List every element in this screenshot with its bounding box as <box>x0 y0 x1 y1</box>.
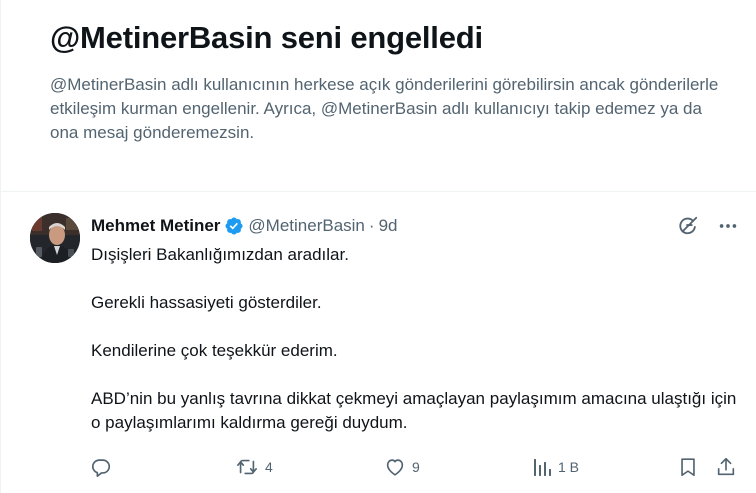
bookmark-icon <box>677 456 699 478</box>
share-button[interactable] <box>715 454 737 480</box>
grok-icon[interactable] <box>675 213 701 239</box>
tweet-paragraph: Kendilerine çok teşekkür ederim. <box>91 341 338 360</box>
like-icon <box>384 456 406 478</box>
avatar[interactable] <box>30 213 80 263</box>
retweet-icon <box>235 456 259 478</box>
tweet-header-actions <box>675 213 741 239</box>
retweet-button[interactable]: 4 <box>235 454 273 480</box>
tweet-paragraph: Dışişleri Bakanlığımızdan aradılar. <box>91 245 349 264</box>
like-count: 9 <box>412 459 420 475</box>
author-name[interactable]: Mehmet Metiner <box>91 216 220 236</box>
block-notice: @MetinerBasin seni engelledi @MetinerBas… <box>1 0 756 192</box>
reply-icon <box>90 456 112 478</box>
views-button[interactable]: 1 B <box>532 454 579 480</box>
tweet[interactable]: Mehmet Metiner @MetinerBasin · 9d Dışişl… <box>1 192 756 493</box>
verified-badge-icon[interactable] <box>224 216 244 236</box>
bookmark-button[interactable] <box>677 454 699 480</box>
author-handle[interactable]: @MetinerBasin <box>248 216 364 236</box>
like-button[interactable]: 9 <box>384 454 420 480</box>
views-count: 1 B <box>558 459 580 475</box>
header-separator: · <box>368 216 375 235</box>
tweet-header: Mehmet Metiner @MetinerBasin · 9d <box>91 215 397 237</box>
views-icon <box>532 456 552 478</box>
avatar-image <box>30 213 80 263</box>
tweet-text: Dışişleri Bakanlığımızdan aradılar. Gere… <box>91 243 741 435</box>
share-icon <box>715 456 737 478</box>
more-icon[interactable] <box>715 213 741 239</box>
tweet-paragraph: Gerekli hassasiyeti gösterdiler. <box>91 293 322 312</box>
retweet-count: 4 <box>265 459 273 475</box>
block-notice-title: @MetinerBasin seni engelledi <box>50 20 483 55</box>
page: @MetinerBasin seni engelledi @MetinerBas… <box>0 0 756 493</box>
tweet-paragraph: ABD’nin bu yanlış tavrına dikkat çekmeyi… <box>91 389 737 432</box>
block-notice-description: @MetinerBasin adlı kullanıcının herkese … <box>50 75 719 142</box>
tweet-time[interactable]: 9d <box>379 216 398 236</box>
reply-button[interactable] <box>90 454 118 480</box>
tweet-actions: 4 9 1 B <box>1 454 756 480</box>
